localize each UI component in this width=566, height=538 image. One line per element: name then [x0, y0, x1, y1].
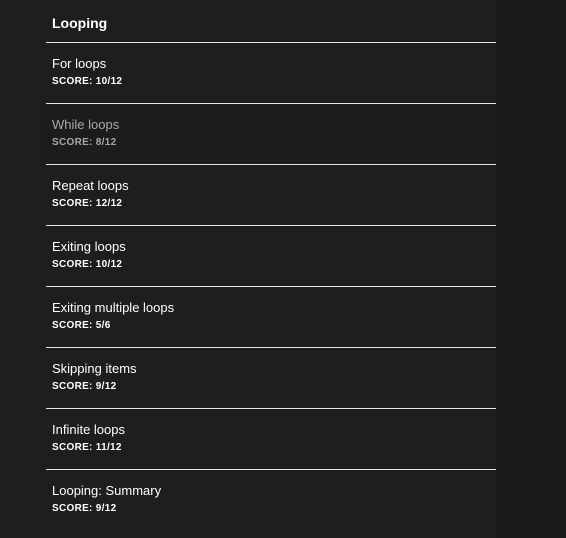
looping-section: Looping For loops SCORE: 10/12 While loo… — [46, 0, 496, 531]
lesson-score: SCORE: 10/12 — [52, 76, 123, 87]
lesson-score: SCORE: 12/12 — [52, 198, 123, 209]
lesson-item-while-loops[interactable]: While loops SCORE: 8/12 — [46, 104, 496, 165]
lesson-title: Repeat loops — [52, 178, 129, 193]
lesson-title: Looping: Summary — [52, 483, 162, 498]
lesson-item-looping-summary[interactable]: Looping: Summary SCORE: 9/12 — [46, 470, 496, 531]
lesson-title: Exiting multiple loops — [52, 300, 175, 315]
lesson-score: SCORE: 8/12 — [52, 137, 117, 148]
lesson-item-repeat-loops[interactable]: Repeat loops SCORE: 12/12 — [46, 165, 496, 226]
lesson-title: For loops — [52, 56, 107, 71]
lesson-title: While loops — [52, 117, 120, 132]
lesson-title: Exiting loops — [52, 239, 126, 254]
lesson-title: Skipping items — [52, 361, 137, 376]
lesson-item-exiting-loops[interactable]: Exiting loops SCORE: 10/12 — [46, 226, 496, 287]
side-panel-edge — [496, 0, 566, 538]
lesson-score: SCORE: 11/12 — [52, 442, 122, 453]
lesson-item-exiting-multiple-loops[interactable]: Exiting multiple loops SCORE: 5/6 — [46, 287, 496, 348]
lesson-list: For loops SCORE: 10/12 While loops SCORE… — [46, 43, 496, 531]
lesson-score: SCORE: 9/12 — [52, 381, 117, 392]
lesson-item-infinite-loops[interactable]: Infinite loops SCORE: 11/12 — [46, 409, 496, 470]
section-title: Looping — [46, 0, 496, 43]
lesson-score: SCORE: 10/12 — [52, 259, 123, 270]
lesson-item-for-loops[interactable]: For loops SCORE: 10/12 — [46, 43, 496, 104]
lesson-item-skipping-items[interactable]: Skipping items SCORE: 9/12 — [46, 348, 496, 409]
lesson-score: SCORE: 9/12 — [52, 503, 117, 514]
lesson-score: SCORE: 5/6 — [52, 320, 111, 331]
page: Looping For loops SCORE: 10/12 While loo… — [0, 0, 566, 538]
lesson-title: Infinite loops — [52, 422, 125, 437]
